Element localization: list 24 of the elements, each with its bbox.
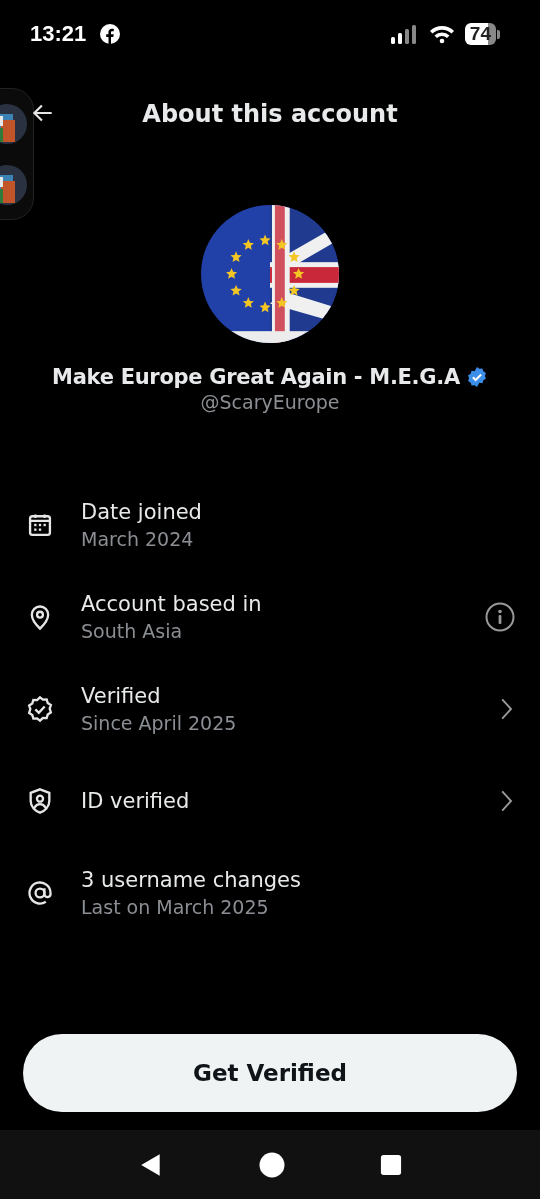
signal-icon [390,24,419,44]
recents-nav-icon[interactable] [380,1153,403,1176]
at-sign-icon [26,879,54,907]
detail-label: 3 username changes [81,868,302,892]
get-verified-button[interactable]: Get Verified [23,1034,517,1112]
detail-label: Date joined [81,500,203,524]
detail-label: Account based in [81,592,263,616]
detail-label: ID verified [81,789,191,813]
verified-badge-icon [26,695,54,723]
page-title: About this account [142,100,398,128]
account-handle: @ScaryEurope [200,391,340,413]
detail-label: Verified [81,684,162,708]
detail-value: South Asia [81,620,184,642]
home-nav-icon[interactable] [259,1151,285,1178]
wifi-icon [428,24,455,44]
facebook-icon [100,24,121,44]
info-icon[interactable] [485,602,515,632]
detail-value: Last on March 2025 [81,896,270,918]
account-name: Make Europe Great Again - M.E.G.A [52,365,460,389]
chevron-right-icon[interactable] [499,788,515,814]
status-time: 13:21 [30,21,87,47]
chevron-right-icon[interactable] [499,696,515,722]
detail-value: March 2024 [81,528,195,550]
detail-value: Since April 2025 [81,712,238,734]
